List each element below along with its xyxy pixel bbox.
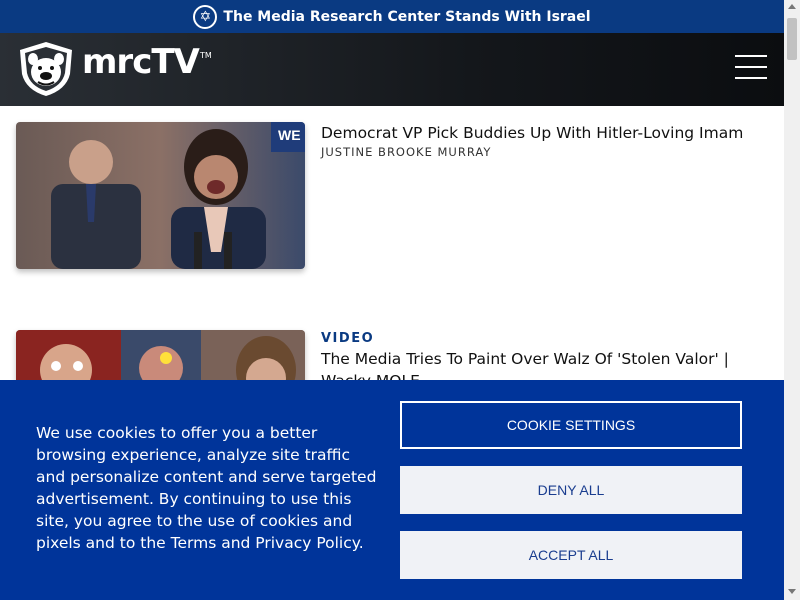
trademark-mark: TM [200,51,212,60]
article-category[interactable]: VIDEO [321,330,771,348]
bulldog-logo-icon[interactable] [16,40,76,98]
article-meta: Democrat VP Pick Buddies Up With Hitler-… [321,122,771,159]
accept-all-button[interactable]: ACCEPT ALL [400,531,742,579]
cookie-consent-banner: We use cookies to offer you a better bro… [0,380,784,600]
scroll-down-arrow-icon[interactable] [788,589,796,594]
svg-text:WE: WE [278,127,301,143]
scroll-up-arrow-icon[interactable] [788,4,796,9]
cookie-settings-button[interactable]: COOKIE SETTINGS [400,401,742,449]
deny-all-button[interactable]: DENY ALL [400,466,742,514]
article-headline[interactable]: Democrat VP Pick Buddies Up With Hitler-… [321,122,771,144]
article-thumbnail-image[interactable]: WE [16,122,305,269]
mrctv-logo-text[interactable]: mrcTV [82,45,200,79]
page-scrollbar[interactable] [784,0,800,600]
article-item[interactable]: WE Democrat VP Pick Buddies Up With Hitl… [16,122,776,282]
banner-text: The Media Research Center Stands With Is… [223,8,591,25]
scrollbar-thumb[interactable] [787,18,797,60]
site-header: mrcTV TM [0,33,784,106]
article-author[interactable]: JUSTINE BROOKE MURRAY [321,145,771,159]
cookie-consent-text: We use cookies to offer you a better bro… [36,424,377,552]
israel-banner[interactable]: ✡ The Media Research Center Stands With … [0,0,784,33]
hamburger-menu-icon[interactable] [735,53,767,81]
star-of-david-icon: ✡ [193,4,218,29]
